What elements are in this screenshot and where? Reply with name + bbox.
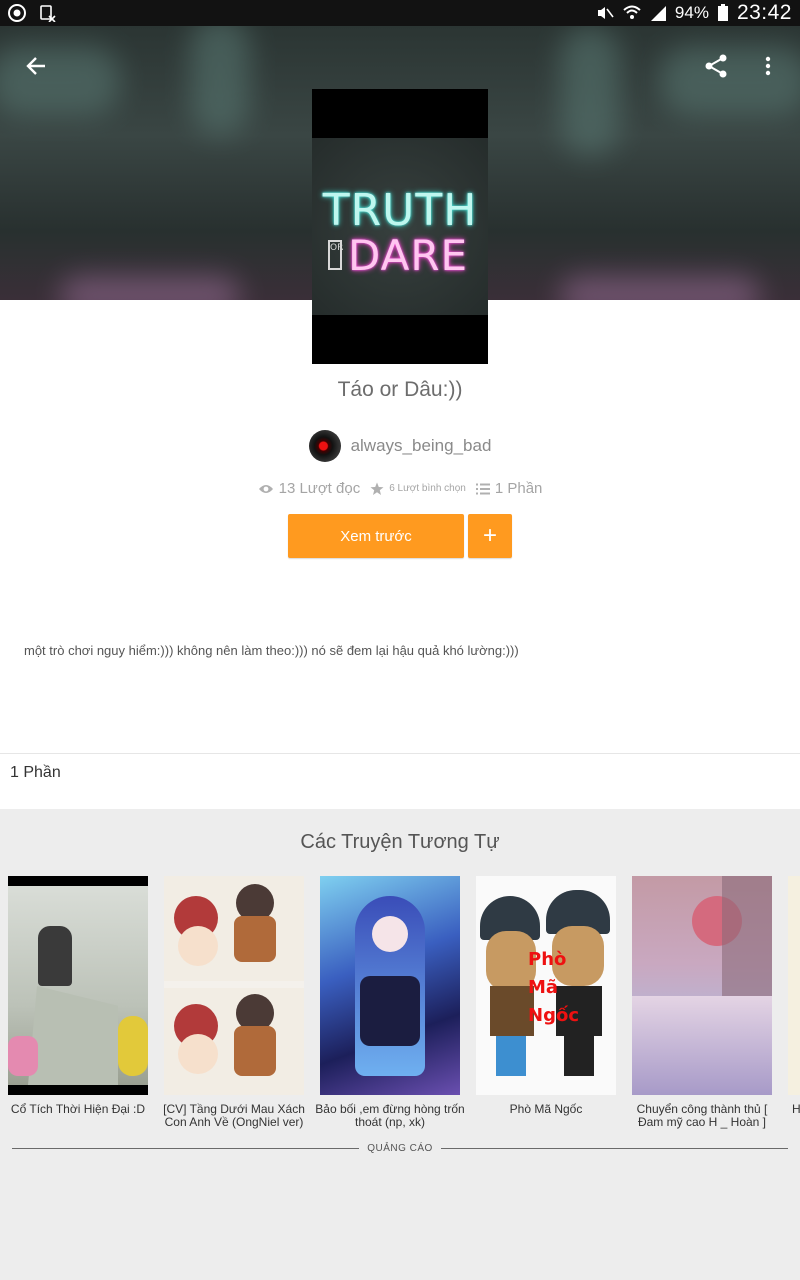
add-to-library-button[interactable]: +: [468, 514, 512, 558]
eye-icon: [258, 484, 273, 493]
similar-story-card[interactable]: Phò Mã Ngốc Phò Mã Ngốc: [476, 876, 616, 1116]
story-thumbnail[interactable]: Phò Mã Ngốc: [476, 876, 616, 1095]
mute-icon: [597, 7, 614, 19]
parts-count: 1 Phần: [494, 480, 543, 497]
similar-story-title[interactable]: [CV] Tầng Dưới Mau Xách Con Anh Về (OngN…: [158, 1103, 310, 1129]
wifi-icon: [623, 5, 641, 19]
reads-count: 13 Lượt đọc: [278, 480, 361, 497]
signal-icon: [650, 6, 666, 21]
status-bar: 94% 23:42: [0, 0, 800, 26]
star-icon: [370, 482, 384, 495]
story-thumbnail[interactable]: [8, 876, 148, 1095]
sim-blocked-icon: [40, 5, 56, 22]
thumbnail-overlay-text: Phò Mã Ngốc: [528, 949, 579, 1026]
similar-stories-title: Các Truyện Tương Tự: [300, 831, 500, 853]
story-cover[interactable]: TRUTH OR DARE: [312, 89, 488, 364]
cover-text-or: OR: [328, 240, 343, 270]
story-detail-screen: 94% 23:42 TRUTH OR DARE Táo or Dâu:)) al…: [0, 0, 800, 1280]
similar-story-card[interactable]: Cổ Tích Thời Hiện Đại :D: [8, 876, 148, 1116]
similar-story-title[interactable]: Bảo bối ,em đừng hòng trốn thoát (np, xk…: [314, 1103, 466, 1129]
similar-story-title[interactable]: Phò Mã Ngốc: [470, 1103, 622, 1116]
list-icon: [475, 483, 490, 494]
share-icon: [705, 54, 727, 78]
story-thumbnail[interactable]: [320, 876, 460, 1095]
divider: [0, 753, 800, 754]
story-thumbnail[interactable]: [632, 876, 772, 1095]
preview-button[interactable]: Xem trước: [288, 514, 464, 558]
similar-story-card[interactable]: [CV] Tầng Dưới Mau Xách Con Anh Về (OngN…: [163, 876, 305, 1129]
votes-count: 6 Lượt bình chọn: [389, 483, 466, 494]
author-row[interactable]: always_being_bad: [0, 430, 800, 462]
share-button[interactable]: [696, 46, 736, 86]
author-avatar[interactable]: [308, 430, 341, 462]
camera-app-icon: [8, 4, 26, 22]
arrow-back-icon: [26, 57, 45, 75]
cover-text-dare: DARE: [348, 231, 469, 280]
similar-story-card[interactable]: Chuyển công thành thủ [ Đam mỹ cao H _ H…: [632, 876, 772, 1129]
similar-story-card[interactable]: H: [788, 876, 800, 1116]
similar-story-title[interactable]: Chuyển công thành thủ [ Đam mỹ cao H _ H…: [626, 1103, 778, 1129]
cover-text-truth: TRUTH: [322, 185, 478, 236]
author-name[interactable]: always_being_bad: [351, 436, 492, 456]
more-options-button[interactable]: [748, 46, 788, 86]
story-description: một trò chơi nguy hiểm:))) không nên làm…: [24, 643, 519, 658]
story-stats: 13 Lượt đọc 6 Lượt bình chọn 1 Phần: [0, 480, 800, 497]
story-thumbnail[interactable]: [788, 876, 800, 1095]
battery-icon: [717, 4, 728, 21]
advertisement-divider: QUẢNG CÁO: [12, 1143, 788, 1154]
similar-story-card[interactable]: Bảo bối ,em đừng hòng trốn thoát (np, xk…: [315, 876, 465, 1129]
story-thumbnail[interactable]: [164, 876, 304, 1095]
similar-story-title[interactable]: Cổ Tích Thời Hiện Đại :D: [2, 1103, 154, 1116]
parts-list-toggle[interactable]: 1 Phần: [10, 764, 61, 782]
battery-percent: 94%: [674, 3, 709, 22]
similar-story-title[interactable]: H: [792, 1103, 800, 1116]
similar-stories-section: Các Truyện Tương Tự Cổ Tích Thời Hiện Đạ…: [0, 809, 800, 1280]
story-title: Táo or Dâu:)): [337, 378, 463, 401]
reads-stat: 13 Lượt đọc: [258, 480, 361, 497]
ad-label: QUẢNG CÁO: [367, 1143, 433, 1154]
more-vert-icon: [765, 56, 771, 76]
parts-stat: 1 Phần: [475, 480, 543, 497]
votes-stat: 6 Lượt bình chọn: [370, 482, 466, 496]
back-button[interactable]: [16, 46, 56, 86]
clock: 23:42: [736, 1, 792, 24]
